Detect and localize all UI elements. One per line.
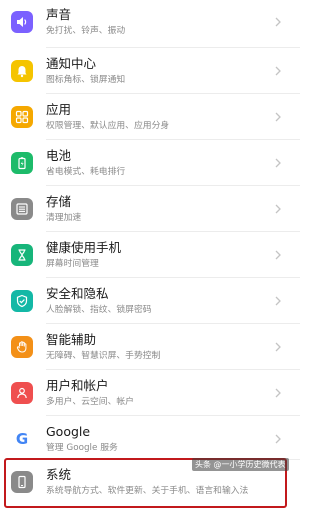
watermark: 头条 @一小学历史微代表 (192, 458, 289, 471)
settings-item-digital-balance[interactable]: 健康使用手机 屏幕时间管理 (0, 233, 300, 277)
chevron-right-icon (275, 434, 281, 444)
divider (46, 139, 300, 140)
settings-item-apps[interactable]: 应用 权限管理、默认应用、应用分身 (0, 95, 300, 139)
apps-grid-icon (11, 106, 33, 128)
sound-icon (11, 11, 33, 33)
chevron-right-icon (275, 296, 281, 306)
settings-item-title: 电池 (46, 148, 72, 163)
divider (46, 369, 300, 370)
chevron-right-icon (275, 250, 281, 260)
settings-item-subtitle: 图标角标、锁屏通知 (46, 75, 126, 85)
settings-item-title: 健康使用手机 (46, 240, 122, 255)
divider (46, 231, 300, 232)
settings-list: 声音 免打扰、铃声、振动 通知中心 图标角标、锁屏通知 应用 权限管理、默认应用… (0, 0, 300, 508)
shield-icon (11, 290, 33, 312)
settings-item-smart-assistance[interactable]: 智能辅助 无障碍、智慧识屏、手势控制 (0, 325, 300, 369)
settings-item-subtitle: 清理加速 (46, 213, 82, 223)
settings-item-title: 存储 (46, 194, 72, 209)
settings-item-title: 用户和帐户 (46, 378, 109, 393)
settings-item-subtitle: 权限管理、默认应用、应用分身 (46, 121, 170, 131)
settings-item-subtitle: 管理 Google 服务 (46, 443, 118, 453)
chevron-right-icon (275, 388, 281, 398)
divider (46, 415, 300, 416)
settings-item-subtitle: 屏幕时间管理 (46, 259, 99, 269)
chevron-right-icon (275, 204, 281, 214)
storage-icon (11, 198, 33, 220)
bell-icon (11, 60, 33, 82)
divider (46, 185, 300, 186)
settings-item-title: 智能辅助 (46, 332, 97, 347)
watermark-text: 头条 @一小学历史微代表 (195, 460, 286, 469)
settings-item-sound[interactable]: 声音 免打扰、铃声、振动 (0, 0, 300, 44)
battery-icon (11, 152, 33, 174)
settings-item-storage[interactable]: 存储 清理加速 (0, 187, 300, 231)
settings-item-title: 通知中心 (46, 56, 97, 71)
settings-item-title: 声音 (46, 7, 72, 22)
settings-item-subtitle: 无障碍、智慧识屏、手势控制 (46, 351, 161, 361)
divider (46, 323, 300, 324)
chevron-right-icon (275, 112, 281, 122)
settings-item-subtitle: 免打扰、铃声、振动 (46, 26, 126, 36)
hourglass-icon (11, 244, 33, 266)
settings-item-notifications[interactable]: 通知中心 图标角标、锁屏通知 (0, 49, 300, 93)
settings-item-users-accounts[interactable]: 用户和帐户 多用户、云空间、帐户 (0, 371, 300, 415)
settings-item-google[interactable]: G Google 管理 Google 服务 (0, 417, 300, 461)
settings-item-title: 安全和隐私 (46, 286, 109, 301)
chevron-right-icon (275, 342, 281, 352)
chevron-right-icon (275, 17, 281, 27)
settings-item-subtitle: 多用户、云空间、帐户 (46, 397, 134, 407)
settings-item-title: Google (46, 424, 91, 439)
user-icon (11, 382, 33, 404)
divider (46, 93, 300, 94)
settings-item-title: 应用 (46, 102, 72, 117)
google-icon: G (11, 428, 33, 450)
divider (46, 277, 300, 278)
divider (46, 47, 300, 48)
settings-item-subtitle: 省电模式、耗电排行 (46, 167, 126, 177)
settings-item-security-privacy[interactable]: 安全和隐私 人脸解锁、指纹、锁屏密码 (0, 279, 300, 323)
hand-icon (11, 336, 33, 358)
chevron-right-icon (275, 158, 281, 168)
settings-item-battery[interactable]: 电池 省电模式、耗电排行 (0, 141, 300, 185)
settings-item-subtitle: 人脸解锁、指纹、锁屏密码 (46, 305, 152, 315)
chevron-right-icon (275, 66, 281, 76)
